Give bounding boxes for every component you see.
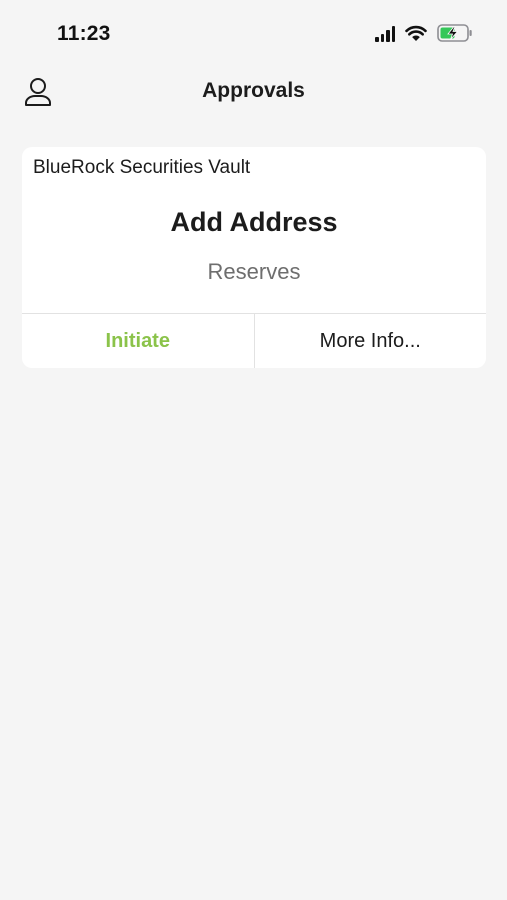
page-title: Approvals (202, 79, 305, 102)
initiate-button[interactable]: Initiate (22, 314, 255, 368)
approval-card: BlueRock Securities Vault Add Address Re… (22, 147, 486, 368)
more-info-button[interactable]: More Info... (255, 314, 487, 368)
header: Approvals (0, 70, 507, 116)
cellular-signal-icon (375, 25, 395, 42)
vault-name: BlueRock Securities Vault (33, 157, 251, 178)
card-actions: Initiate More Info... (22, 313, 486, 368)
battery-charging-icon (437, 24, 472, 42)
status-bar: 11:23 (0, 0, 507, 70)
approval-subtitle: Reserves (207, 259, 301, 284)
status-icons (375, 24, 473, 42)
wifi-icon (405, 25, 427, 41)
approval-title: Add Address (170, 207, 338, 237)
status-time: 11:23 (57, 22, 111, 45)
